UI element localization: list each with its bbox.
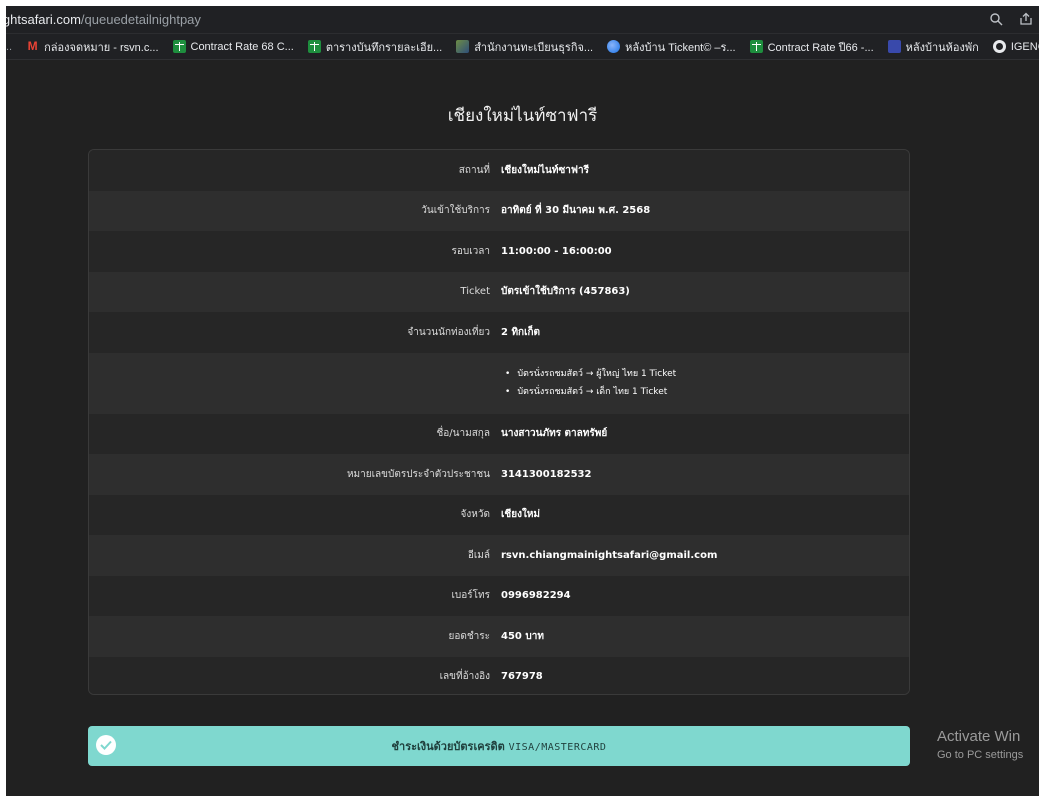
detail-row-ticket: Ticket บัตรเข้าใช้บริการ (457863) (89, 271, 909, 312)
page-content: เชียงใหม่ไนท์ซาฟารี สถานที่ เชียงใหม่ไนท… (6, 62, 1039, 796)
address-bar[interactable]: ightsafari.com/queuedetailnightpay (6, 6, 1039, 34)
detail-label: ชื่อ/นามสกุล (436, 428, 491, 440)
detail-row-date: วันเข้าใช้บริการ อาทิตย์ ที่ 30 มีนาคม พ… (89, 190, 909, 231)
bookmark-label: IGENCO workflo (1010, 40, 1039, 53)
detail-value: 3141300182532 (501, 468, 592, 480)
detail-label: อีเมล์ (467, 549, 490, 561)
bookmark-label: หลังบ้านห้องพัก (905, 41, 979, 54)
bookmark-contract-rate-68[interactable]: Contract Rate 68 C... (172, 40, 294, 53)
bookmark-label: Contract Rate 68 C... (190, 40, 294, 53)
bookmark-label: Contract Rate ปี66 -... (767, 41, 874, 54)
detail-value: 450 บาท (501, 630, 544, 642)
bookmark-tickent[interactable]: หลังบ้าน Tickent© –ร... (607, 38, 736, 56)
detail-row-reference: เลขที่อ้างอิง 767978 (89, 656, 909, 694)
bookmark-contract-rate-66[interactable]: Contract Rate ปี66 -... (749, 38, 874, 56)
bookmark-label: ตารางบันทึกรายละเอีย... (325, 41, 443, 54)
detail-label: Ticket (460, 286, 490, 298)
detail-value: เชียงใหม่ (501, 509, 541, 521)
bookmark-business-registration[interactable]: สำนักงานทะเบียนธุรกิจ... (456, 38, 593, 56)
detail-value: อาทิตย์ ที่ 30 มีนาคม พ.ศ. 2568 (501, 205, 651, 217)
bookmark-overflow[interactable]: .. (6, 41, 12, 53)
booking-details-card: สถานที่ เชียงใหม่ไนท์ซาฟารี วันเข้าใช้บร… (88, 149, 910, 695)
crown-icon (887, 40, 901, 53)
detail-label: วันเข้าใช้บริการ (421, 205, 490, 217)
detail-row-amount: ยอดชำระ 450 บาท (89, 616, 909, 657)
share-icon[interactable] (1019, 12, 1033, 26)
detail-row-venue: สถานที่ เชียงใหม่ไนท์ซาฟารี (89, 150, 909, 191)
page-title: เชียงใหม่ไนท์ซาฟารี (447, 106, 598, 126)
detail-label: เบอร์โทร (451, 590, 490, 602)
circle-icon (607, 40, 621, 53)
detail-value: บัตรเข้าใช้บริการ (457863) (501, 286, 630, 298)
list-item: บัตรนั่งรถชมสัตว์ → ผู้ใหญ่ ไทย 1 Ticket (505, 365, 909, 383)
watermark-subtitle: Go to PC settings (937, 749, 1024, 761)
ticket-items-list: บัตรนั่งรถชมสัตว์ → ผู้ใหญ่ ไทย 1 Ticket… (501, 365, 909, 401)
card-brand-text: VISA/MASTERCARD (508, 742, 607, 753)
zoom-icon[interactable] (989, 12, 1003, 26)
bookmark-record-table[interactable]: ตารางบันทึกรายละเอีย... (307, 38, 443, 56)
detail-row-province: จังหวัด เชียงใหม่ (89, 494, 909, 535)
detail-row-phone: เบอร์โทร 0996982294 (89, 575, 909, 616)
sheets-icon (307, 40, 321, 53)
detail-value: เชียงใหม่ไนท์ซาฟารี (501, 164, 589, 176)
browser-window: ightsafari.com/queuedetailnightpay .. M … (6, 6, 1039, 796)
detail-value: 2 ทิกเก็ต (501, 326, 541, 338)
list-item: บัตรนั่งรถชมสัตว์ → เด็ก ไทย 1 Ticket (505, 383, 909, 401)
check-icon (96, 735, 116, 755)
watermark-title: Activate Win (937, 728, 1021, 745)
detail-value: 11:00:00 - 16:00:00 (501, 245, 612, 257)
detail-label: หมายเลขบัตรประจำตัวประชาชน (346, 468, 490, 480)
detail-row-name: ชื่อ/นามสกุล นางสาวนภัทร ตาลทรัพย์ (89, 413, 909, 454)
bookmark-label: สำนักงานทะเบียนธุรกิจ... (474, 41, 594, 54)
globe-icon (992, 40, 1006, 53)
detail-label: เลขที่อ้างอิง (439, 671, 490, 683)
bookmark-label: หลังบ้าน Tickent© –ร... (625, 41, 736, 54)
detail-row-ticket-items: บัตรนั่งรถชมสัตว์ → ผู้ใหญ่ ไทย 1 Ticket… (89, 352, 909, 414)
pay-method-text: ชำระเงินด้วยบัตรเครดิต (391, 740, 505, 753)
detail-label: จังหวัด (460, 509, 490, 521)
detail-value: นางสาวนภัทร ตาลทรัพย์ (501, 428, 608, 440)
bookmarks-bar: .. M กล่องจดหมาย - rsvn.c... Contract Ra… (6, 34, 1039, 60)
bookmark-label: กล่องจดหมาย - rsvn.c... (44, 41, 159, 54)
detail-row-email: อีเมล์ rsvn.chiangmainightsafari@gmail.c… (89, 535, 909, 576)
detail-row-visitors: จำนวนนักท่องเที่ยว 2 ทิกเก็ต (89, 312, 909, 353)
detail-value: 767978 (501, 671, 543, 683)
url-host: ightsafari.com (6, 12, 81, 27)
detail-label: สถานที่ (458, 164, 490, 176)
bookmark-gmail[interactable]: M กล่องจดหมาย - rsvn.c... (26, 38, 159, 56)
gmail-icon: M (27, 39, 38, 53)
pay-credit-card-button[interactable]: ชำระเงินด้วยบัตรเครดิต VISA/MASTERCARD (88, 726, 910, 766)
detail-value: rsvn.chiangmainightsafari@gmail.com (501, 549, 718, 561)
url-path: /queuedetailnightpay (80, 12, 201, 27)
detail-label: รอบเวลา (451, 245, 490, 257)
sheets-icon (749, 40, 763, 53)
sheets-icon (172, 40, 186, 53)
activation-watermark: Activate Win Go to PC settings (937, 728, 1023, 761)
bookmark-room-backend[interactable]: หลังบ้านห้องพัก (887, 38, 979, 56)
detail-label: จำนวนนักท่องเที่ยว (407, 326, 490, 338)
pay-button-label: ชำระเงินด้วยบัตรเครดิต VISA/MASTERCARD (392, 737, 607, 755)
detail-row-time: รอบเวลา 11:00:00 - 16:00:00 (89, 231, 909, 272)
image-icon (456, 40, 470, 53)
url-text[interactable]: ightsafari.com/queuedetailnightpay (6, 12, 201, 27)
detail-label: ยอดชำระ (448, 630, 490, 642)
detail-row-id-card: หมายเลขบัตรประจำตัวประชาชน 3141300182532 (89, 454, 909, 495)
detail-value: 0996982294 (501, 590, 571, 602)
bookmark-igenco[interactable]: IGENCO workflo (992, 40, 1039, 53)
